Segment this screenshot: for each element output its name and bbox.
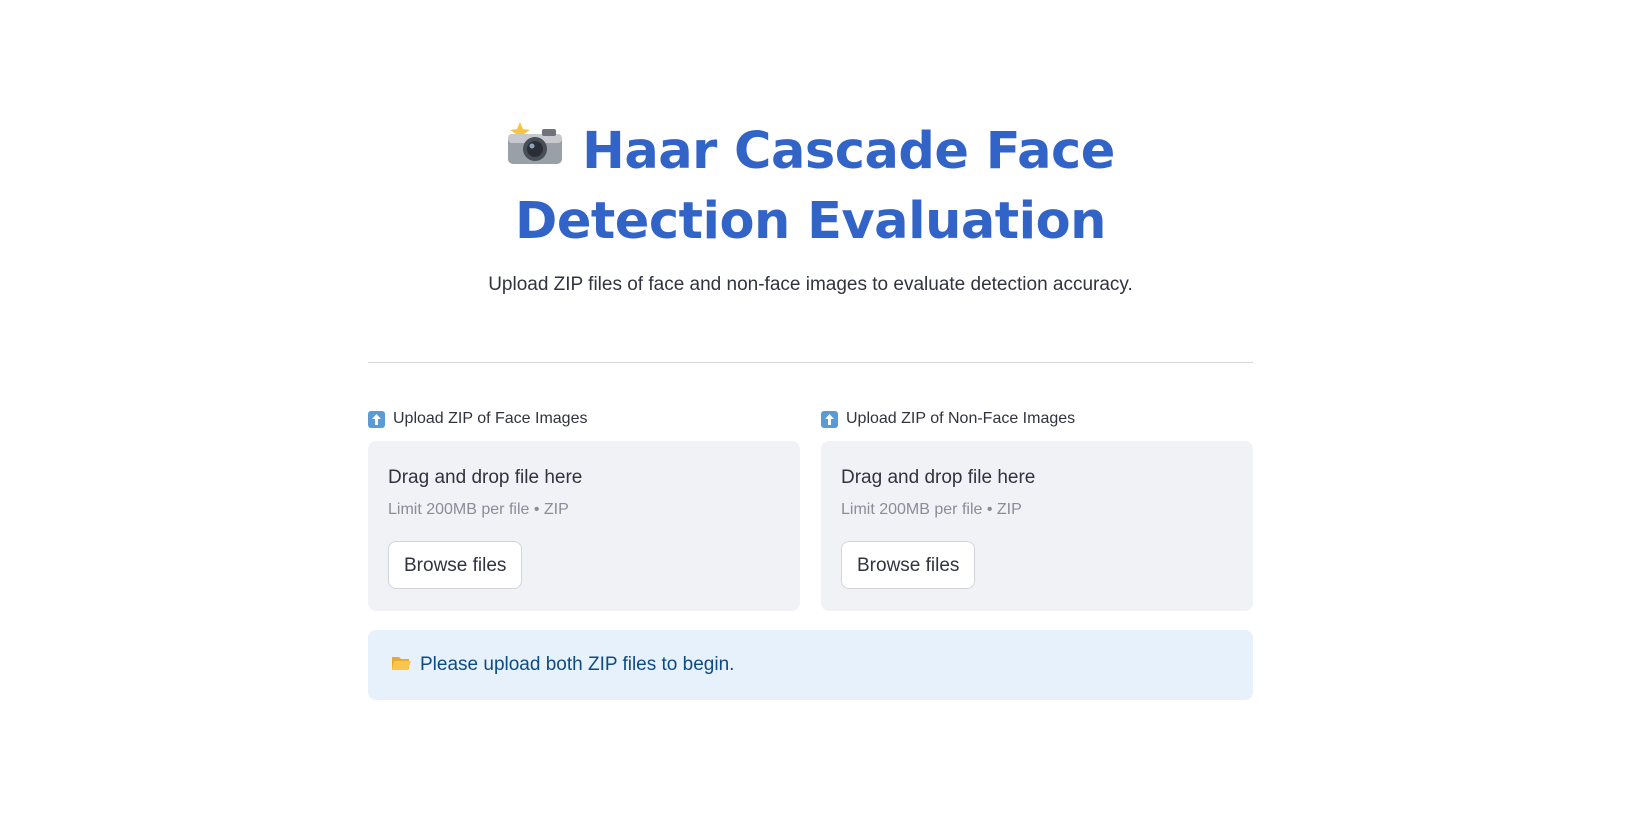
non-face-images-uploader: Upload ZIP of Non-Face Images Drag and d… (821, 408, 1253, 611)
uploader-label: Upload ZIP of Face Images (368, 408, 800, 430)
face-images-uploader: Upload ZIP of Face Images Drag and drop … (368, 408, 800, 611)
up-arrow-icon (821, 410, 838, 428)
dropzone-limit: Limit 200MB per file • ZIP (388, 501, 569, 518)
uploader-label: Upload ZIP of Non-Face Images (821, 408, 1253, 430)
page-title: Haar Cascade Face Detection Evaluation (368, 118, 1253, 255)
uploader-label-text: Upload ZIP of Non-Face Images (846, 410, 1076, 427)
page-subtitle: Upload ZIP files of face and non-face im… (488, 274, 1133, 295)
title-text: Haar Cascade Face Detection Evaluation (515, 122, 1115, 251)
uploader-label-text: Upload ZIP of Face Images (393, 410, 588, 427)
up-arrow-icon (368, 410, 385, 428)
dropzone-instruction: Drag and drop file here (841, 467, 1036, 488)
divider (368, 362, 1253, 363)
camera-with-flash-icon (506, 116, 564, 183)
info-alert: Please upload both ZIP files to begin. (368, 630, 1253, 700)
open-folder-icon (391, 654, 412, 677)
dropzone-instruction: Drag and drop file here (388, 467, 583, 488)
browse-files-button[interactable]: Browse files (841, 541, 976, 589)
page: Haar Cascade Face Detection Evaluation U… (0, 0, 1635, 834)
file-dropzone[interactable]: Drag and drop file here Limit 200MB per … (821, 441, 1253, 611)
info-message: Please upload both ZIP files to begin. (420, 654, 735, 675)
dropzone-limit: Limit 200MB per file • ZIP (841, 501, 1022, 518)
browse-files-button[interactable]: Browse files (388, 541, 523, 589)
file-dropzone[interactable]: Drag and drop file here Limit 200MB per … (368, 441, 800, 611)
